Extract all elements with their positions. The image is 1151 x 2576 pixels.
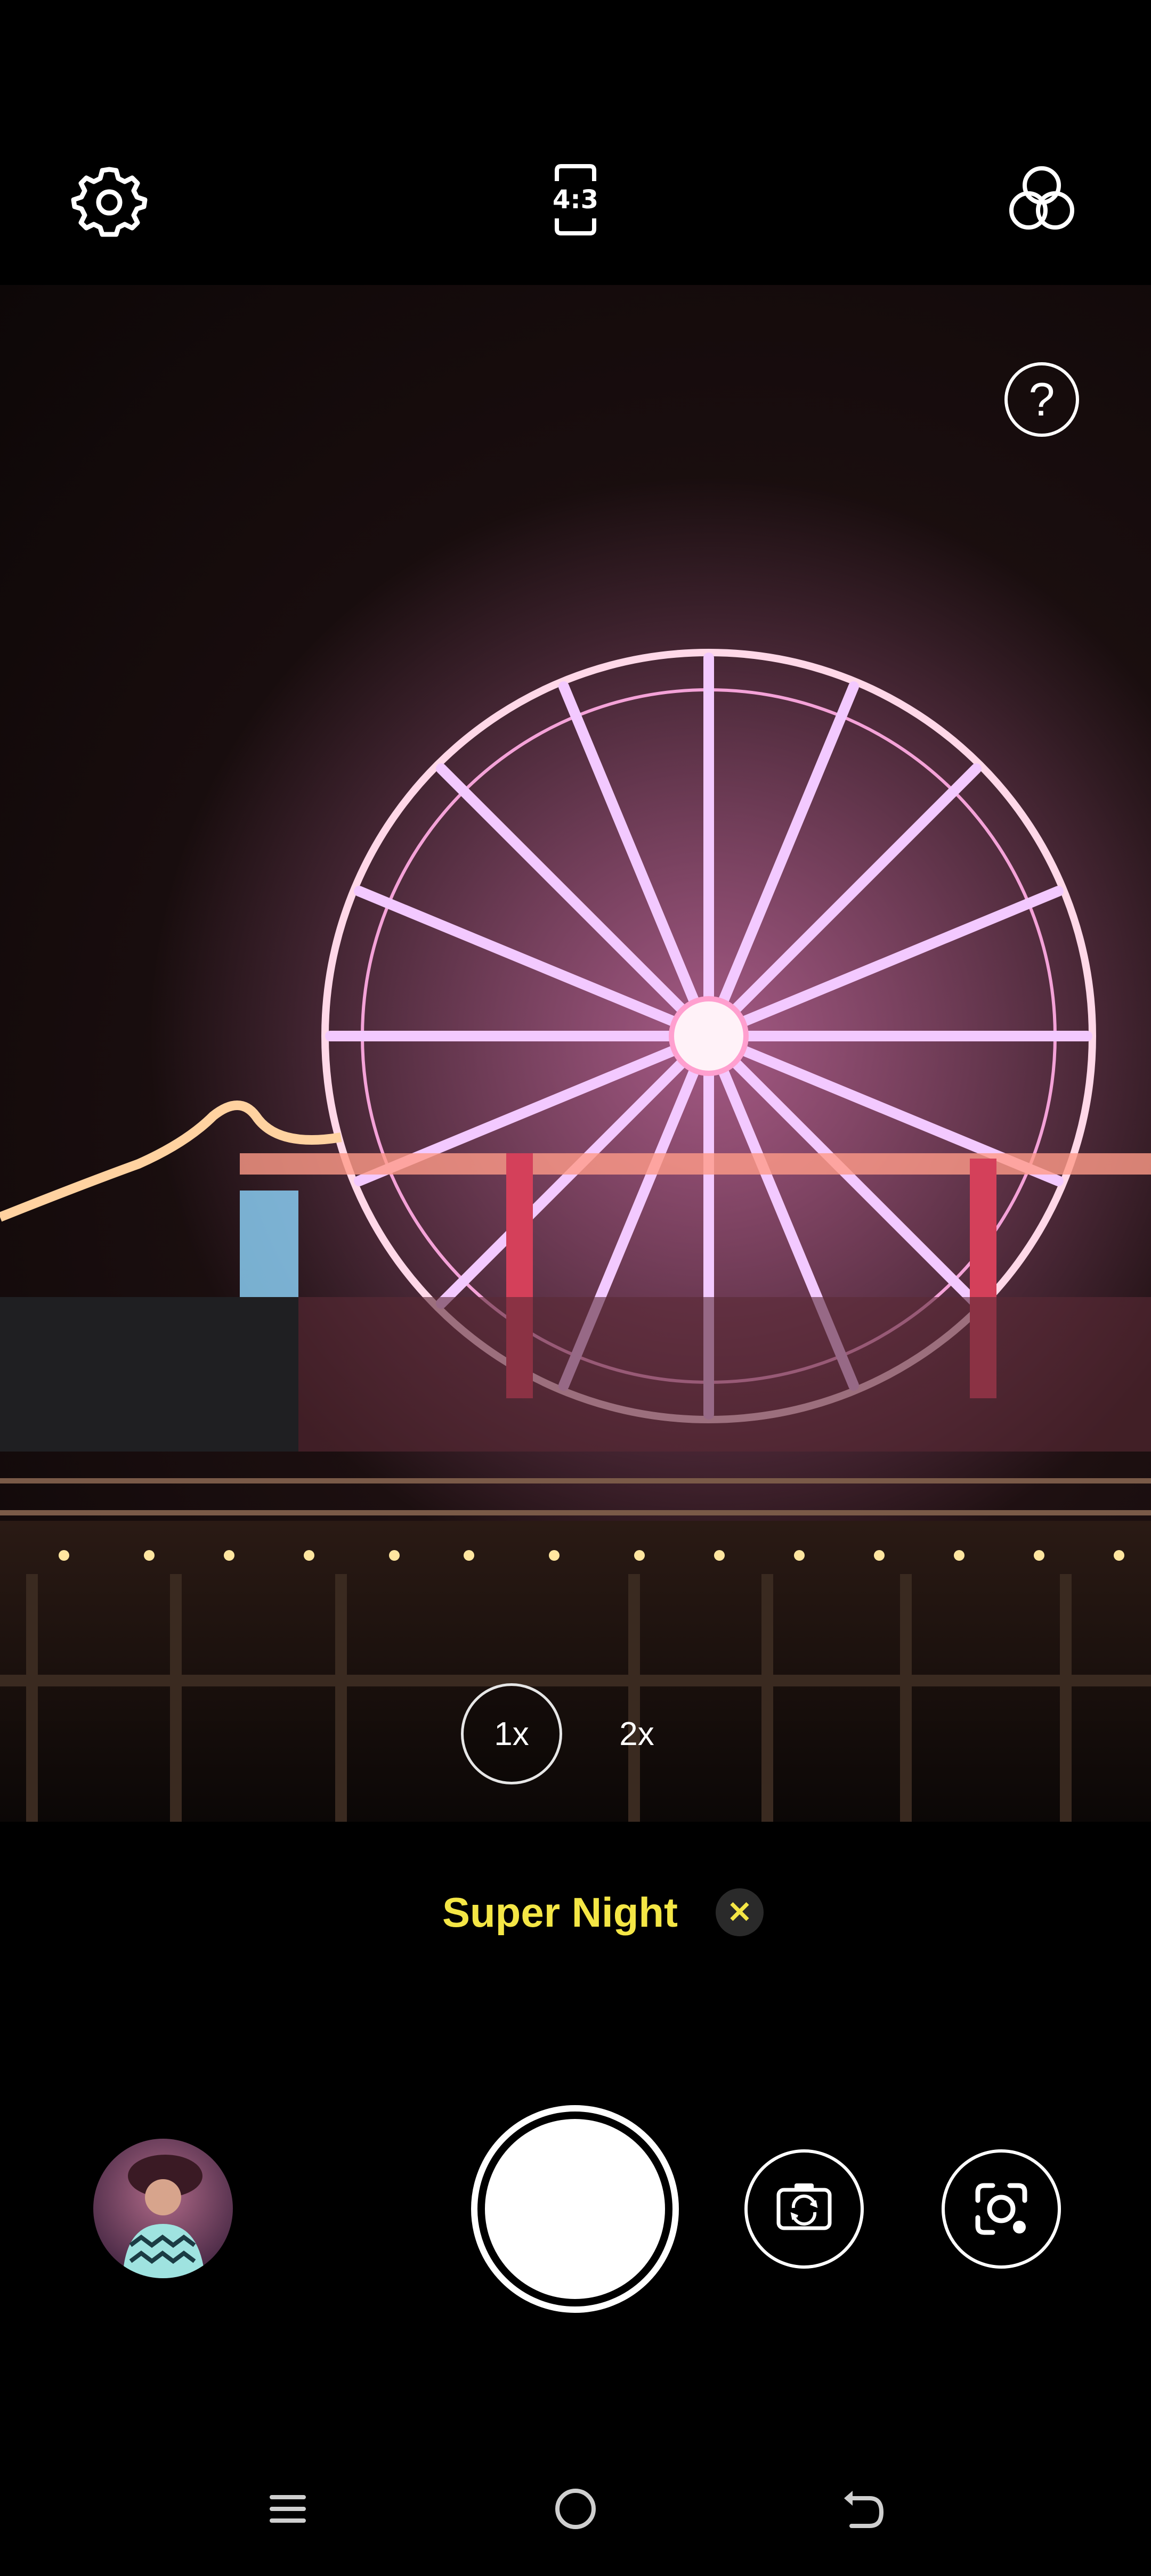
- nav-home-button[interactable]: [549, 2482, 602, 2536]
- home-icon: [555, 2489, 596, 2529]
- gallery-thumbnail[interactable]: [93, 2139, 233, 2278]
- switch-camera-icon: [776, 2183, 832, 2230]
- switch-camera-button[interactable]: [744, 2149, 864, 2269]
- mode-close-button[interactable]: ✕: [716, 1888, 764, 1936]
- aspect-ratio-button[interactable]: 4:3: [536, 160, 615, 240]
- back-icon: [844, 2491, 884, 2528]
- top-bar: [0, 0, 1151, 285]
- aspect-ratio-label: 4:3: [553, 185, 598, 215]
- lens-icon: [975, 2183, 1027, 2235]
- help-button[interactable]: ?: [1004, 362, 1079, 437]
- zoom-2x-button[interactable]: 2x: [591, 1705, 682, 1763]
- zoom-1x-button[interactable]: 1x: [461, 1683, 562, 1784]
- filters-icon: [1009, 166, 1074, 230]
- settings-button[interactable]: [69, 160, 149, 240]
- gear-icon: [71, 167, 148, 237]
- mode-label: Super Night: [442, 1888, 678, 1936]
- camera-viewfinder[interactable]: [0, 285, 1151, 1822]
- menu-icon: [270, 2495, 306, 2523]
- nav-back-button[interactable]: [837, 2482, 890, 2536]
- shutter-inner: [485, 2119, 665, 2299]
- nav-menu-button[interactable]: [261, 2482, 314, 2536]
- filters-button[interactable]: [1002, 160, 1082, 240]
- google-lens-button[interactable]: [942, 2149, 1061, 2269]
- shutter-button[interactable]: [471, 2105, 679, 2313]
- thumbnail-image: [93, 2139, 233, 2278]
- scene-image: [0, 477, 1151, 1822]
